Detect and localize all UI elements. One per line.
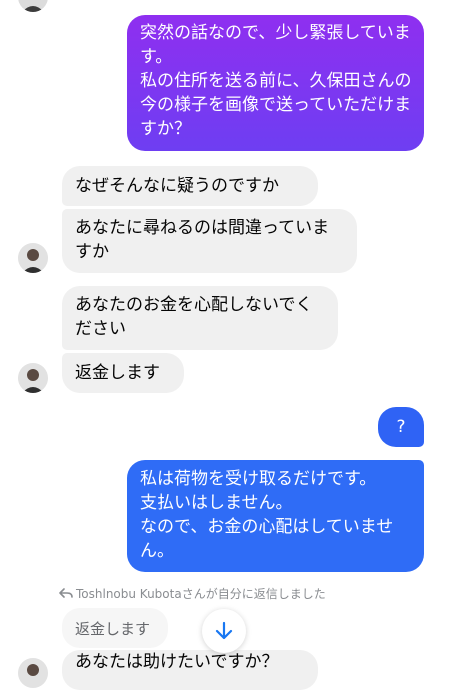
avatar-image — [18, 243, 48, 273]
received-message-bubble[interactable]: あなたのお金を心配しないでください — [62, 286, 338, 350]
received-message-bubble[interactable]: あなたは助けたいですか？ — [62, 650, 318, 690]
arrow-down-icon — [215, 621, 233, 640]
contact-avatar[interactable] — [18, 243, 48, 273]
reply-indicator: Toshlnobu Kubotaさんが自分に返信しました — [59, 585, 326, 602]
avatar-image — [18, 0, 48, 12]
sent-message-bubble[interactable]: 私は荷物を受け取るだけです。 支払いはしません。 なので、お金の心配はしていませ… — [127, 460, 424, 572]
quoted-message[interactable]: 返金します — [62, 608, 168, 648]
contact-avatar[interactable] — [18, 658, 48, 688]
avatar-image — [18, 658, 48, 688]
contact-avatar[interactable] — [18, 363, 48, 393]
contact-avatar[interactable] — [18, 0, 48, 12]
sent-message-bubble[interactable]: 突然の話なので、少し緊張しています。 私の住所を送る前に、久保田さんの今の様子を… — [127, 15, 424, 151]
scroll-to-bottom-button[interactable] — [202, 609, 246, 653]
sent-message-bubble[interactable]: ? — [378, 407, 424, 447]
reply-indicator-text: さんが自分に返信しました — [181, 587, 326, 601]
received-message-bubble[interactable]: あなたに尋ねるのは間違っていますか — [62, 209, 357, 273]
received-message-bubble[interactable]: 返金します — [62, 353, 184, 393]
avatar-image — [18, 363, 48, 393]
reply-arrow-icon — [59, 588, 73, 598]
received-message-bubble[interactable]: なぜそんなに疑うのですか — [62, 166, 318, 206]
reply-sender-name: Toshlnobu Kubota — [76, 587, 182, 601]
